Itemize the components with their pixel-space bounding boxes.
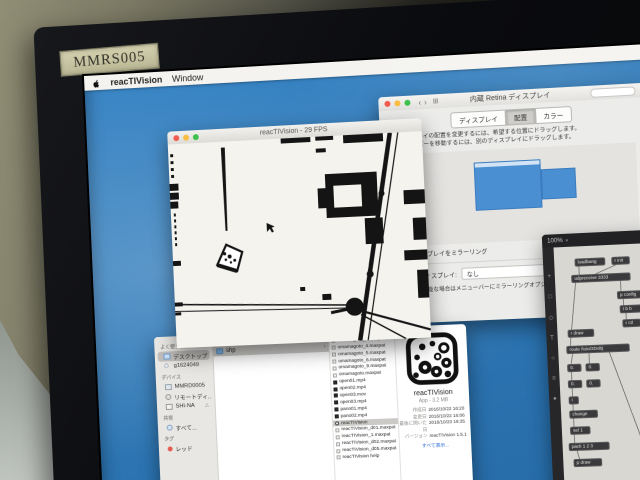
add-object-icon[interactable]: + (547, 274, 551, 280)
file-name: reacTIVision help (342, 453, 380, 461)
show-more-link[interactable]: すべて表示... (422, 441, 450, 449)
patch-icon (332, 359, 337, 364)
sidebar-item-label: レッド (175, 446, 193, 453)
video-icon (334, 407, 339, 412)
info-value: reacTIVision 1.5.1 (429, 431, 467, 439)
patch-icon (335, 441, 341, 447)
camera-threshold-view (167, 131, 431, 349)
file-name: open03.mov (339, 392, 367, 399)
patcher-object[interactable]: p config (616, 289, 640, 300)
patcher-object[interactable]: r init (611, 256, 630, 266)
main-display-rect[interactable] (473, 159, 543, 211)
patcher-canvas[interactable]: loadbang r init udpreceive 3333 p config t b… (553, 242, 640, 480)
file-name: reacTIVision (340, 419, 368, 426)
app-menu[interactable]: reacTIVision (110, 74, 162, 87)
eject-icon[interactable]: △ (205, 402, 209, 408)
patcher-object[interactable]: p draw (573, 458, 603, 468)
search-field[interactable] (590, 86, 636, 98)
patch-icon (336, 455, 341, 460)
zoom-level[interactable]: 100% (547, 237, 563, 244)
file-name: open03.mp4 (340, 399, 367, 406)
menu-item-window[interactable]: Window (172, 72, 204, 84)
video-icon (333, 386, 338, 392)
app-icon (335, 421, 340, 426)
info-label: 最後に開いた日 (399, 420, 428, 432)
file-name: open01.mp4 (339, 378, 366, 385)
patch-icon (336, 448, 341, 453)
show-all-icon[interactable]: ⊞ (433, 97, 439, 105)
patch-icon (335, 435, 340, 440)
chevron-down-icon[interactable]: ▼ (565, 238, 569, 243)
computer-icon (164, 384, 172, 391)
patcher-object[interactable]: r draw (567, 328, 595, 338)
video-icon (334, 414, 339, 419)
file-row[interactable]: reacTIVision help (335, 452, 400, 461)
sidebar-item-label: すべて... (175, 425, 197, 432)
preview-kind: App - 3.2 MB (418, 397, 449, 405)
finder-column-1: mewtest_outline.pdfshp› (212, 329, 337, 480)
sidebar-item-label: g1624049 (173, 362, 200, 370)
patcher-window: 100% ▼ + □ ◇ T ○ ≡ ● loadbang r init udp… (541, 229, 640, 480)
patcher-object[interactable]: r ctl (622, 318, 640, 328)
reactivision-camera-window: reacTIVision - 29 FPS (167, 118, 431, 349)
patcher-object[interactable]: 0. (567, 363, 582, 373)
file-name: open02.mp4 (339, 385, 367, 392)
screen: reacTIVision Window ‹ › ⊞ 内蔵 Retina ディスプレ… (83, 42, 640, 480)
tab-ディスプレイ[interactable]: ディスプレイ (450, 109, 507, 129)
video-icon (333, 380, 338, 385)
tab-カラー[interactable]: カラー (534, 106, 572, 125)
monitor-bezel: MMRS005 reacTIVision Window ‹ › ⊞ 内蔵 Reti… (33, 0, 640, 480)
tab-配置[interactable]: 配置 (505, 107, 536, 126)
patcher-object[interactable]: t b b (619, 304, 640, 314)
layers-icon[interactable]: ≡ (552, 376, 556, 382)
patcher-object[interactable]: 0. (585, 362, 601, 372)
finder-column-2: omamagoto_2.maxpatomamagoto_3.maxpatomam… (328, 327, 403, 480)
video-icon (334, 400, 339, 405)
preview-info-rows: 作成日 2016/10/22 16:20 変更日 2016/10/22 16:06 最後… (398, 405, 471, 440)
sidebar-item-label: MMRD0005 (174, 382, 206, 390)
patcher-object[interactable]: 0. (567, 379, 583, 389)
patcher-object[interactable]: sel 1 (569, 426, 591, 435)
network-icon (166, 424, 173, 431)
disk-icon (165, 403, 173, 410)
disc-icon (165, 393, 172, 401)
info-value: 2016/10/23 16:35 (428, 418, 466, 425)
patch-icon (331, 352, 337, 357)
pencil-icon[interactable]: ◇ (549, 314, 554, 321)
preview-info-row: バージョン reacTIVision 1.5.1 (399, 431, 471, 440)
clock-icon[interactable]: ○ (551, 356, 555, 362)
forward-icon[interactable]: › (424, 97, 427, 106)
patch-icon (332, 366, 337, 371)
file-name: pano02.mp4 (340, 412, 368, 419)
airplay-value: なし (466, 271, 480, 279)
apple-menu-icon[interactable] (92, 78, 101, 88)
finder-sidebar: よく使う項目デスクトップg1624049デバイスMMRD0005リモートディ..… (153, 334, 221, 480)
finder-preview-pane: reacTIVision App - 3.2 MB 作成日 2016/10/22 … (395, 324, 474, 480)
menu-bar: reacTIVision Window (83, 42, 640, 91)
patcher-object[interactable]: 0. (586, 379, 601, 388)
patcher-object[interactable]: pack 1 2 3 (568, 441, 610, 452)
patcher-object[interactable]: change (569, 409, 599, 419)
video-icon (333, 393, 338, 398)
sticker-label: MMRS005 (72, 48, 147, 71)
grid-icon[interactable]: □ (548, 294, 552, 300)
menubar-strip[interactable] (474, 160, 540, 168)
patch-icon (335, 428, 340, 433)
secondary-display-rect[interactable] (540, 167, 577, 200)
text-icon[interactable]: T (550, 335, 554, 341)
patcher-object[interactable]: loadbang (574, 257, 606, 267)
sidebar-item[interactable]: レッド (162, 442, 214, 454)
back-icon[interactable]: ‹ (418, 98, 421, 107)
sidebar-item-label: SHI-NA (175, 402, 195, 410)
file-name: pano01.mp4 (340, 405, 368, 412)
desktop-icon (163, 353, 171, 360)
tag-red-icon (167, 445, 173, 451)
info-label: バージョン (404, 433, 428, 439)
sidebar-item-label: リモートディ... (174, 393, 212, 402)
patcher-object[interactable]: i (568, 396, 580, 405)
home-icon (164, 363, 171, 369)
patch-icon (332, 373, 337, 378)
lock-icon[interactable]: ● (553, 396, 557, 402)
